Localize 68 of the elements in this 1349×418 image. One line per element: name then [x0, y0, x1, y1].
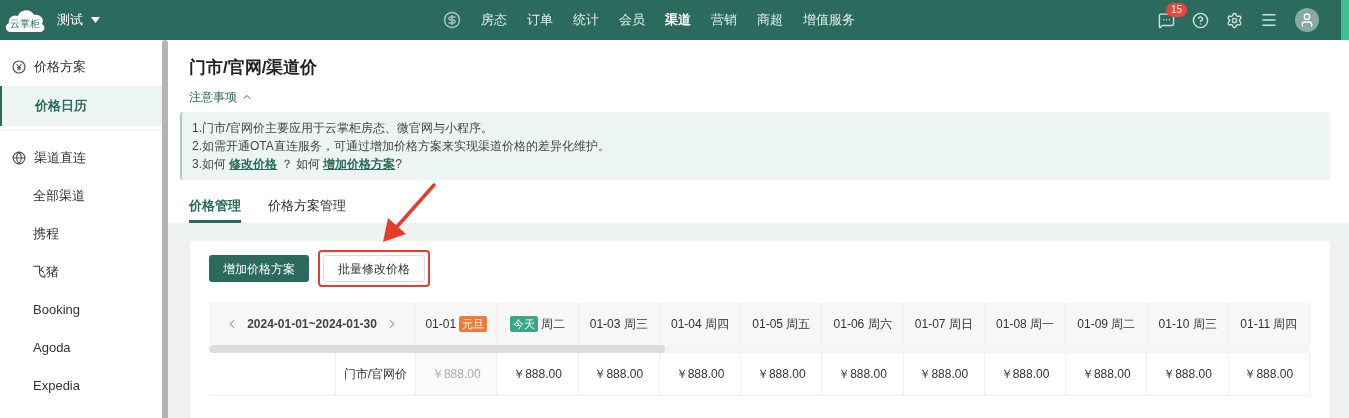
header-text: 01-11 周四 — [1240, 316, 1298, 333]
page-title: 门市/官网/渠道价 — [189, 57, 319, 79]
price-cell: ￥888.00 — [578, 353, 660, 395]
caret-icon — [91, 17, 100, 23]
notice-text: ? — [395, 156, 403, 173]
count-badge: 15 — [1166, 2, 1188, 17]
price-cell: ￥888.00 — [903, 353, 985, 395]
notice-toggle[interactable]: 注意事项 — [189, 88, 253, 106]
price-cell: ￥888.00 — [822, 353, 904, 395]
notice-text: 3.如何 — [192, 156, 227, 173]
menu-icon[interactable] — [1260, 11, 1278, 29]
globe-icon — [12, 151, 26, 165]
nav-item[interactable]: 渠道 — [655, 10, 701, 30]
day-badge: 元旦 — [459, 316, 488, 332]
price-cell: ￥888.00 — [497, 353, 579, 395]
nav-item[interactable]: 房态 — [471, 10, 517, 30]
header-text: 周二 — [541, 316, 565, 333]
header-text: 01-03 周三 — [589, 316, 648, 333]
project-dropdown[interactable]: 测试 — [57, 10, 100, 30]
link[interactable]: 修改价格 — [229, 155, 278, 173]
header-text: 01-09 周二 — [1077, 316, 1136, 333]
sidebar-item[interactable]: Booking — [0, 291, 162, 329]
price-cell: ￥888.00 — [416, 353, 498, 395]
sidebar-group-label: 渠道直连 — [34, 149, 86, 168]
price-cell: ￥888.00 — [984, 353, 1067, 395]
price-cell: ￥888.00 — [659, 353, 742, 395]
tab[interactable]: 价格方案管理 — [268, 192, 346, 223]
sidebar-item[interactable]: Agoda — [0, 329, 162, 367]
day-badge: 今天 — [510, 316, 538, 332]
message-icon[interactable] — [1158, 11, 1175, 29]
annotation-arrow — [380, 182, 438, 244]
sidebar-item[interactable]: 携程 — [0, 215, 162, 253]
notice-text: 1.门市/官网价主要应用于云掌柜房态、微官网与小程序。 — [192, 120, 494, 137]
help-icon[interactable] — [1192, 11, 1209, 29]
table-scrollbar[interactable] — [209, 345, 1310, 353]
nav-item[interactable]: 商超 — [747, 10, 793, 30]
header-text: 01-08 周一 — [996, 316, 1055, 333]
price-cell: ￥888.00 — [1147, 353, 1229, 395]
price-cell: ￥888.00 — [741, 353, 823, 395]
sidebar-item[interactable]: 飞猪 — [0, 253, 162, 291]
avatar-icon[interactable] — [1295, 8, 1319, 32]
nav-item[interactable]: 增值服务 — [793, 10, 865, 30]
header-text: 01-10 周三 — [1158, 316, 1217, 333]
side-strip — [1341, 0, 1349, 40]
nav-item[interactable]: 营销 — [701, 10, 747, 30]
sidebar-item[interactable]: 价格日历 — [0, 86, 162, 126]
nav-item[interactable]: 统计 — [563, 10, 609, 30]
header-text: 01-05 周五 — [752, 316, 811, 333]
sidebar-item[interactable]: 全部渠道 — [0, 177, 162, 215]
price-cell: ￥888.00 — [1066, 353, 1148, 395]
sidebar-scrollbar[interactable] — [162, 40, 168, 418]
logo-text: 云掌柜 — [10, 19, 40, 29]
price-cell: ￥888.00 — [1228, 353, 1310, 395]
link[interactable]: 增加价格方案 — [323, 155, 396, 173]
header-text: 01-06 周六 — [833, 316, 892, 333]
notice-text: 2.如需开通OTA直连服务，可通过增加价格方案来实现渠道价格的差异化维护。 — [192, 138, 610, 155]
sidebar-item[interactable]: Expedia — [0, 367, 162, 405]
date-range: 2024-01-01~2024-01-30 — [247, 316, 377, 333]
notice-text: ？ 如何 — [279, 156, 321, 173]
header-text: 01-01 — [425, 316, 457, 333]
action-button[interactable]: 增加价格方案 — [209, 255, 309, 282]
nav-item[interactable]: 会员 — [609, 10, 655, 30]
sidebar-group-label: 价格方案 — [34, 58, 86, 77]
header-text: 01-07 周日 — [914, 316, 973, 333]
header-text: 01-04 周四 — [671, 316, 730, 333]
settings-icon[interactable] — [1226, 11, 1243, 29]
action-button[interactable]: 批量修改价格 — [323, 255, 425, 282]
nav-item[interactable]: 订单 — [517, 10, 563, 30]
